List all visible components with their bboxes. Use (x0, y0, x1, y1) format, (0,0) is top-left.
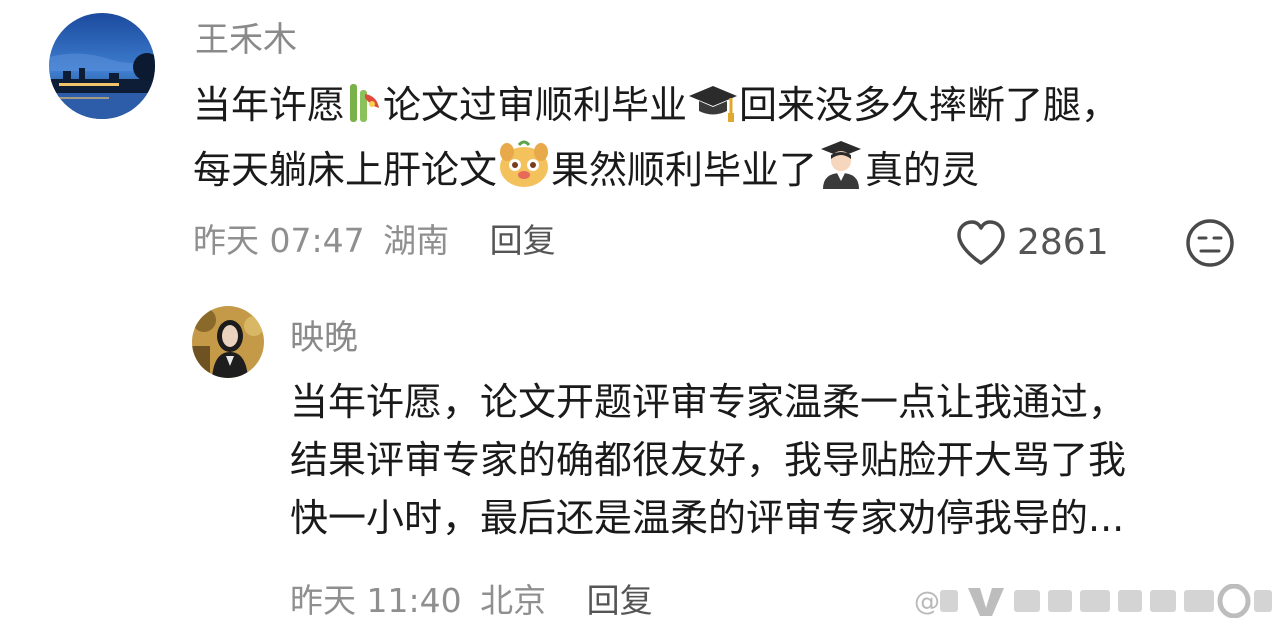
comment-reply-button[interactable]: 回复 (490, 221, 556, 260)
comment-line-1-part-a: 当年许愿 (193, 83, 346, 127)
comment-line-1-part-b: 论文过审顺利毕业 (383, 83, 688, 127)
like-count: 2861 (1017, 222, 1109, 263)
comment-text: 当年许愿 论文过审顺利毕业 回来没多久摔断了腿， 每天躺床上肝论文 果然顺利毕业了 真的… (193, 77, 1119, 204)
student-icon (817, 139, 865, 204)
expressionless-face-icon (1186, 219, 1234, 267)
reply-reply-button[interactable]: 回复 (587, 581, 653, 620)
reply-text: 当年许愿，论文开题评审专家温柔一点让我通过， 结果评审专家的确都很友好，我导贴脸… (290, 373, 1126, 547)
comment-line-2-part-b: 果然顺利毕业了 (551, 148, 818, 192)
reply-meta: 昨天 11:40 北京 回复 (290, 581, 653, 621)
comment-line-2: 每天躺床上肝论文 果然顺利毕业了 真的灵 (193, 139, 1119, 204)
reply-line-2: 结果评审专家的确都很友好，我导贴脸开大骂了我 (290, 438, 1127, 482)
avatar-portrait-image (192, 306, 264, 378)
comment-line-1: 当年许愿 论文过审顺利毕业 回来没多久摔断了腿， (193, 77, 1119, 139)
comment-username[interactable]: 王禾木 (195, 20, 297, 60)
avatar-top-comment[interactable] (49, 13, 155, 119)
comment-time: 昨天 07:47 (193, 221, 365, 260)
watermark-glyphs (940, 584, 1272, 618)
avatar-landscape-image (49, 13, 155, 119)
bamboo-icon (345, 82, 383, 139)
heart-icon (957, 220, 1005, 265)
graduation-cap-icon (687, 82, 739, 139)
comment-meta: 昨天 07:47 湖南 回复 (193, 221, 556, 261)
dog-face-icon (497, 139, 551, 204)
watermark: @ (910, 582, 1280, 622)
comment-location: 湖南 (383, 221, 450, 260)
watermark-at-sign: @ (914, 587, 940, 617)
comment-line-2-part-a: 每天躺床上肝论文 (193, 148, 498, 192)
reply-username[interactable]: 映晚 (290, 318, 358, 358)
reply-line-1: 当年许愿，论文开题评审专家温柔一点让我通过， (290, 380, 1127, 424)
reply-location: 北京 (480, 581, 547, 620)
avatar-reply[interactable] (192, 306, 264, 378)
comment-line-2-part-c: 真的灵 (865, 148, 980, 192)
comment-like-button[interactable]: 2861 (955, 219, 1115, 267)
reply-time: 昨天 11:40 (290, 581, 462, 620)
comment-line-1-part-c: 回来没多久摔断了腿， (739, 83, 1120, 127)
reply-line-3: 快一小时，最后还是温柔的评审专家劝停我导的... (290, 496, 1125, 540)
comment-emoji-react-button[interactable] (1184, 217, 1236, 269)
